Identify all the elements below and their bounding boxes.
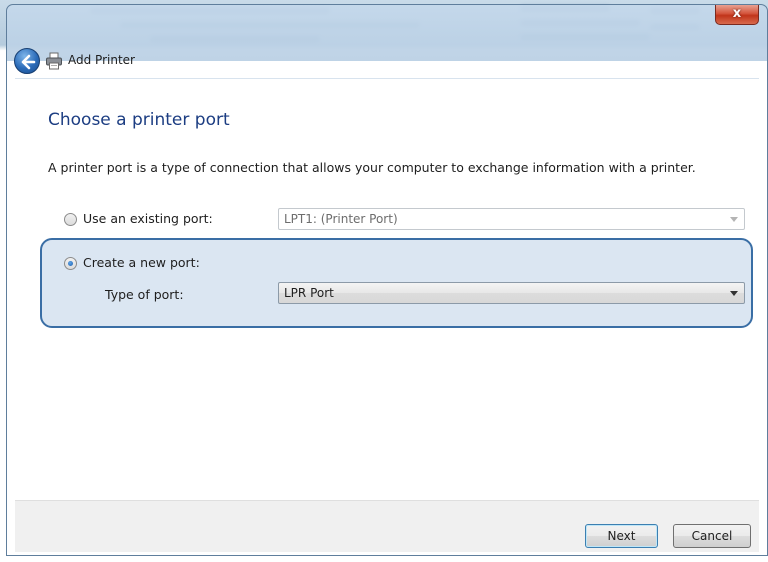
- page-description: A printer port is a type of connection t…: [48, 160, 696, 175]
- back-button[interactable]: [14, 48, 40, 74]
- new-port-radio[interactable]: [64, 257, 77, 270]
- port-type-value: LPR Port: [284, 286, 334, 300]
- close-button[interactable]: x: [715, 5, 759, 25]
- next-button[interactable]: Next: [585, 524, 658, 548]
- existing-port-select[interactable]: LPT1: (Printer Port): [278, 208, 745, 230]
- existing-port-radio[interactable]: [64, 213, 77, 226]
- port-type-select[interactable]: LPR Port: [278, 282, 745, 304]
- chevron-down-icon: [730, 217, 738, 222]
- chevron-down-icon: [730, 291, 738, 296]
- printer-icon: [46, 52, 62, 70]
- port-type-label: Type of port:: [105, 287, 184, 302]
- cancel-button[interactable]: Cancel: [673, 524, 751, 548]
- existing-port-label[interactable]: Use an existing port:: [83, 211, 213, 226]
- page-heading: Choose a printer port: [48, 110, 230, 130]
- back-arrow-icon: [21, 54, 36, 70]
- existing-port-value: LPT1: (Printer Port): [284, 212, 398, 226]
- new-port-label[interactable]: Create a new port:: [83, 255, 200, 270]
- window-title: Add Printer: [68, 53, 135, 67]
